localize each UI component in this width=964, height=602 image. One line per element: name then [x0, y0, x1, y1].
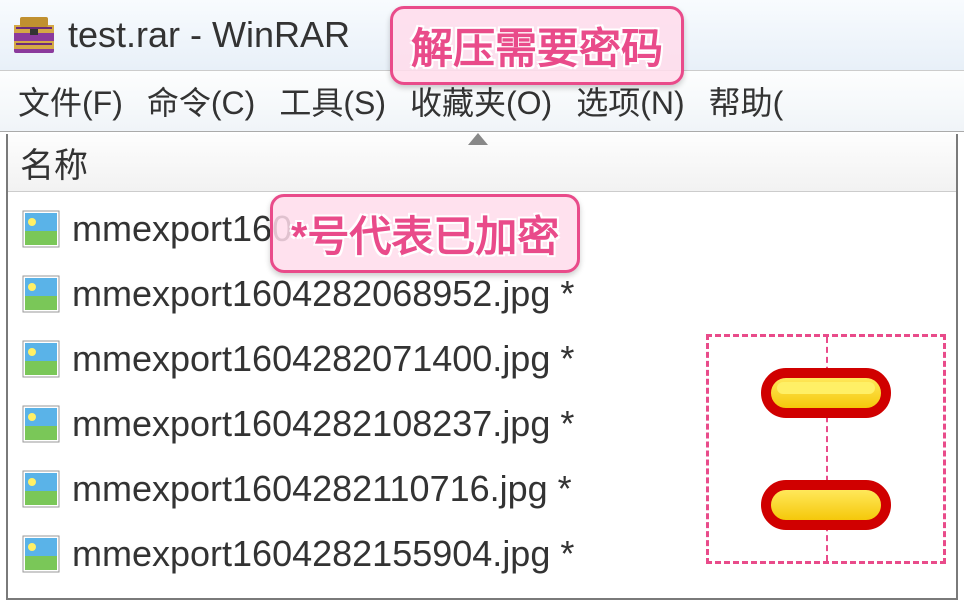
- menu-tools[interactable]: 工具(S): [279, 78, 386, 124]
- file-name: mmexport1604282068952.jpg *: [72, 273, 574, 315]
- sort-arrow-icon: [468, 133, 488, 145]
- window-title: test.rar - WinRAR: [68, 14, 350, 56]
- decoration-cell: [709, 337, 943, 449]
- pill-icon: [761, 480, 891, 530]
- winrar-icon: [10, 11, 58, 59]
- image-file-icon: [22, 535, 60, 573]
- image-file-icon: [22, 275, 60, 313]
- image-file-icon: [22, 210, 60, 248]
- decoration-overlay: [706, 334, 946, 564]
- annotation-password-required: 解压需要密码: [390, 6, 684, 85]
- image-file-icon: [22, 405, 60, 443]
- file-name: mmexport160: [72, 208, 292, 250]
- column-header-name: 名称: [20, 138, 88, 187]
- column-header[interactable]: 名称: [8, 134, 956, 192]
- menu-file[interactable]: 文件(F): [18, 78, 123, 124]
- file-name: mmexport1604282108237.jpg *: [72, 403, 574, 445]
- file-name: mmexport1604282155904.jpg *: [72, 533, 574, 575]
- file-name: mmexport1604282071400.jpg *: [72, 338, 574, 380]
- pill-icon: [761, 368, 891, 418]
- menu-command[interactable]: 命令(C): [147, 78, 255, 124]
- annotation-asterisk-encrypted: *号代表已加密: [270, 194, 580, 273]
- decoration-cell: [709, 449, 943, 561]
- file-name: mmexport1604282110716.jpg *: [72, 468, 572, 510]
- image-file-icon: [22, 340, 60, 378]
- image-file-icon: [22, 470, 60, 508]
- menu-help[interactable]: 帮助(: [709, 78, 784, 124]
